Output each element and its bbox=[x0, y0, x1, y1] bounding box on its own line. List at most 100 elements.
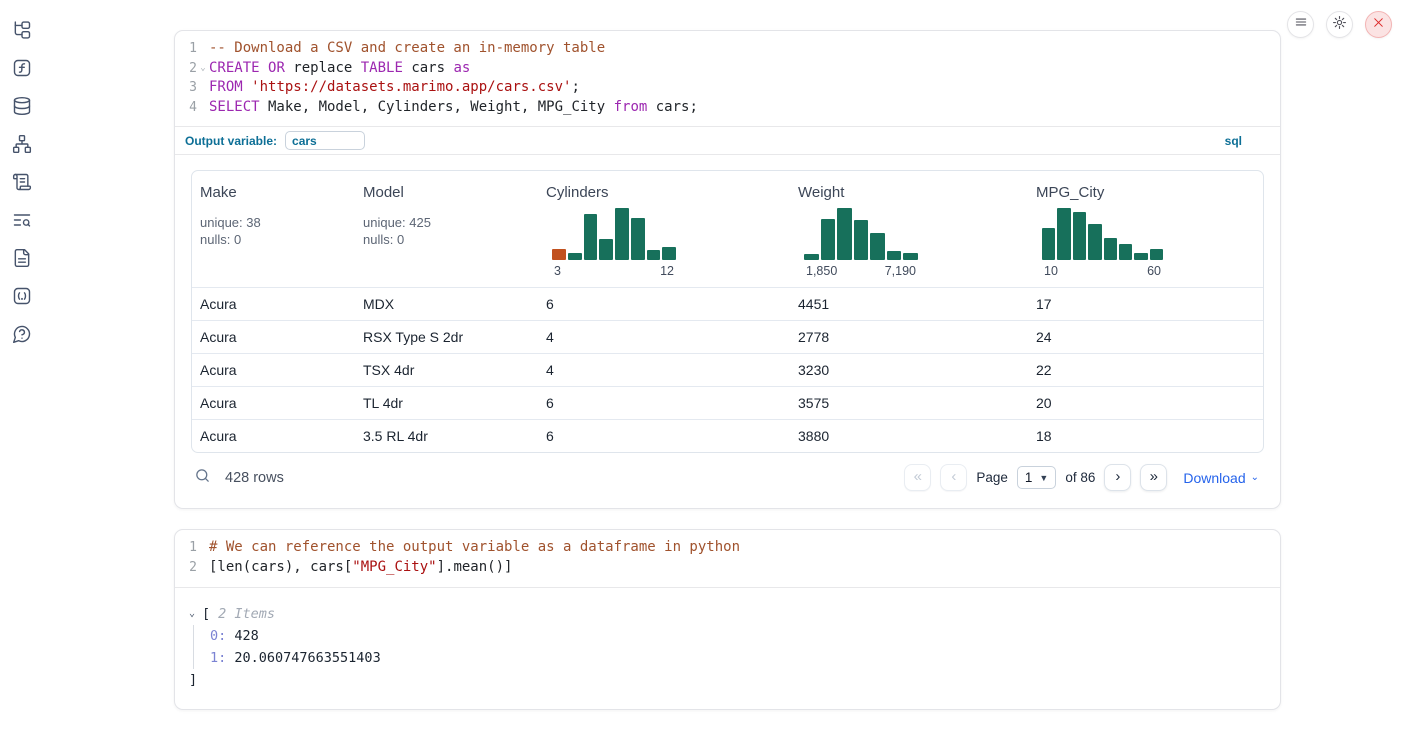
dataframe-table: Makeunique: 38nulls: 0Modelunique: 425nu… bbox=[191, 170, 1264, 453]
histogram-bar[interactable] bbox=[837, 208, 852, 260]
table-cell: Acura bbox=[192, 395, 355, 411]
histogram-bar[interactable] bbox=[1057, 208, 1070, 260]
column-histogram-weight: 1,8507,190 bbox=[804, 208, 918, 278]
last-page-button[interactable]: » bbox=[1140, 464, 1167, 491]
histogram-bar[interactable] bbox=[615, 208, 629, 260]
sidebar-item-outline[interactable] bbox=[10, 210, 34, 234]
histogram-axis-labels: 1,8507,190 bbox=[804, 264, 918, 278]
histogram-bar[interactable] bbox=[662, 247, 676, 260]
first-page-button[interactable]: « bbox=[904, 464, 931, 491]
histogram-bars bbox=[552, 208, 676, 260]
tree-item: 0: 428 bbox=[210, 625, 1264, 647]
settings-button[interactable] bbox=[1326, 11, 1353, 38]
sidebar-item-snippets[interactable] bbox=[10, 286, 34, 310]
sql-code-editor[interactable]: 1-- Download a CSV and create an in-memo… bbox=[175, 31, 1280, 126]
table-row[interactable]: AcuraMDX6445117 bbox=[192, 287, 1263, 320]
table-cell: 2778 bbox=[790, 329, 1028, 345]
sql-cell: 1-- Download a CSV and create an in-memo… bbox=[174, 30, 1281, 509]
column-header-mpg_city[interactable]: MPG_City 1060 bbox=[1028, 181, 1263, 278]
sql-line-1[interactable]: 1-- Download a CSV and create an in-memo… bbox=[175, 39, 1280, 59]
table-cell: 4 bbox=[538, 362, 790, 378]
line-number: 1 bbox=[175, 538, 209, 558]
column-title: Model bbox=[363, 181, 530, 201]
table-cell: 3230 bbox=[790, 362, 1028, 378]
histogram-bar[interactable] bbox=[1073, 212, 1086, 260]
histogram-bar[interactable] bbox=[1119, 244, 1132, 260]
histogram-bar[interactable] bbox=[552, 249, 566, 260]
sql-line-4[interactable]: 4SELECT Make, Model, Cylinders, Weight, … bbox=[175, 98, 1280, 118]
histogram-bar[interactable] bbox=[804, 254, 819, 260]
histogram-bar[interactable] bbox=[821, 219, 836, 260]
fold-chevron-icon[interactable]: ⌄ bbox=[197, 59, 209, 79]
table-cell: Acura bbox=[192, 428, 355, 444]
table-cell: RSX Type S 2dr bbox=[355, 329, 538, 345]
histogram-bars bbox=[1042, 208, 1163, 260]
table-search-button[interactable] bbox=[192, 468, 212, 488]
histogram-bar[interactable] bbox=[631, 218, 645, 260]
column-header-weight[interactable]: Weight1,8507,190 bbox=[790, 181, 1028, 278]
output-variable-input[interactable] bbox=[285, 131, 365, 150]
search-icon bbox=[194, 467, 211, 489]
histogram-bar[interactable] bbox=[870, 233, 885, 260]
histogram-axis-labels: 1060 bbox=[1042, 264, 1163, 278]
line-number: 4 bbox=[175, 98, 209, 118]
tree-close-bracket: ] bbox=[189, 669, 1264, 691]
table-cell: 3575 bbox=[790, 395, 1028, 411]
line-number: 3 bbox=[175, 78, 209, 98]
sidebar-item-dependencies[interactable] bbox=[10, 134, 34, 158]
histogram-bar[interactable] bbox=[903, 253, 918, 260]
histogram-bar[interactable] bbox=[1150, 249, 1163, 260]
column-header-make[interactable]: Makeunique: 38nulls: 0 bbox=[192, 181, 355, 278]
column-title: MPG_City bbox=[1036, 181, 1255, 201]
histogram-bar[interactable] bbox=[599, 239, 613, 260]
next-page-button[interactable]: › bbox=[1104, 464, 1131, 491]
sidebar-item-file-explorer[interactable] bbox=[10, 20, 34, 44]
histogram-bar[interactable] bbox=[568, 253, 582, 260]
table-cell: 22 bbox=[1028, 362, 1263, 378]
table-footer: 428 rows « ‹ Page 1 ▼ of 86 › » Download bbox=[191, 464, 1264, 491]
shutdown-button[interactable] bbox=[1365, 11, 1392, 38]
sidebar-item-datasources[interactable] bbox=[10, 96, 34, 120]
histogram-bar[interactable] bbox=[1042, 228, 1055, 260]
histogram-bar[interactable] bbox=[647, 250, 661, 260]
database-icon bbox=[12, 96, 32, 121]
row-count-label: 428 rows bbox=[225, 470, 284, 486]
table-row[interactable]: AcuraRSX Type S 2dr4277824 bbox=[192, 320, 1263, 353]
histogram-bar[interactable] bbox=[1104, 238, 1117, 260]
column-histogram-cylinders: 312 bbox=[552, 208, 676, 278]
histogram-bars bbox=[804, 208, 918, 260]
tree-collapse-icon[interactable]: ⌄ bbox=[189, 603, 199, 625]
table-cell: 3880 bbox=[790, 428, 1028, 444]
histogram-bar[interactable] bbox=[887, 251, 902, 260]
code-square-icon bbox=[12, 286, 32, 311]
sidebar-item-variables[interactable] bbox=[10, 58, 34, 82]
table-row[interactable]: Acura3.5 RL 4dr6388018 bbox=[192, 419, 1263, 452]
sidebar-item-logs[interactable] bbox=[10, 172, 34, 196]
python-line-1[interactable]: 1# We can reference the output variable … bbox=[175, 538, 1280, 558]
histogram-bar[interactable] bbox=[584, 214, 598, 260]
page-select-value: 1 bbox=[1025, 470, 1033, 485]
table-row[interactable]: AcuraTSX 4dr4323022 bbox=[192, 353, 1263, 386]
table-cell: 18 bbox=[1028, 428, 1263, 444]
column-header-model[interactable]: Modelunique: 425nulls: 0 bbox=[355, 181, 538, 278]
download-button[interactable]: Download ⌄ bbox=[1183, 470, 1259, 486]
page-select[interactable]: 1 ▼ bbox=[1017, 466, 1056, 489]
column-title: Cylinders bbox=[546, 181, 782, 201]
sidebar-item-help[interactable] bbox=[10, 324, 34, 348]
prev-page-button[interactable]: ‹ bbox=[940, 464, 967, 491]
python-line-2[interactable]: 2[len(cars), cars["MPG_City"].mean()] bbox=[175, 558, 1280, 578]
histogram-bar[interactable] bbox=[1088, 224, 1101, 260]
sql-line-2[interactable]: 2⌄CREATE OR replace TABLE cars as bbox=[175, 59, 1280, 79]
column-header-cylinders[interactable]: Cylinders 312 bbox=[538, 181, 790, 278]
python-code-editor[interactable]: 1# We can reference the output variable … bbox=[175, 530, 1280, 586]
histogram-bar[interactable] bbox=[854, 220, 869, 260]
sidebar-item-documentation[interactable] bbox=[10, 248, 34, 272]
tree-items-count: 2 Items bbox=[218, 603, 275, 625]
code-text: [len(cars), cars["MPG_City"].mean()] bbox=[209, 558, 512, 578]
table-row[interactable]: AcuraTL 4dr6357520 bbox=[192, 386, 1263, 419]
column-title: Make bbox=[200, 181, 347, 201]
sql-line-3[interactable]: 3FROM 'https://datasets.marimo.app/cars.… bbox=[175, 78, 1280, 98]
menu-button[interactable] bbox=[1287, 11, 1314, 38]
function-square-icon bbox=[12, 58, 32, 83]
histogram-bar[interactable] bbox=[1134, 253, 1147, 260]
